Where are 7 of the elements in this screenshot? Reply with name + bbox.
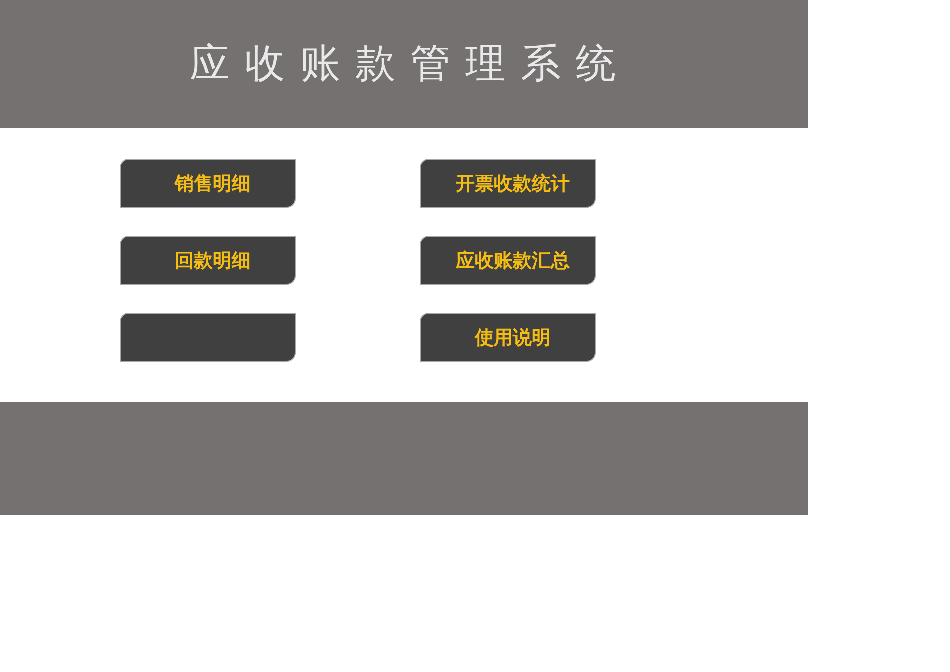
menu-button[interactable]: 回款明细	[120, 236, 296, 285]
app-title: 应 收 账 款 管 理 系 统	[190, 40, 618, 88]
menu-button[interactable]: 开票收款统计	[420, 159, 596, 208]
menu-button[interactable]: 应收账款汇总	[420, 236, 596, 285]
blank-button[interactable]	[120, 313, 296, 362]
menu-button[interactable]: 销售明细	[120, 159, 296, 208]
menu-button[interactable]: 使用说明	[420, 313, 596, 362]
